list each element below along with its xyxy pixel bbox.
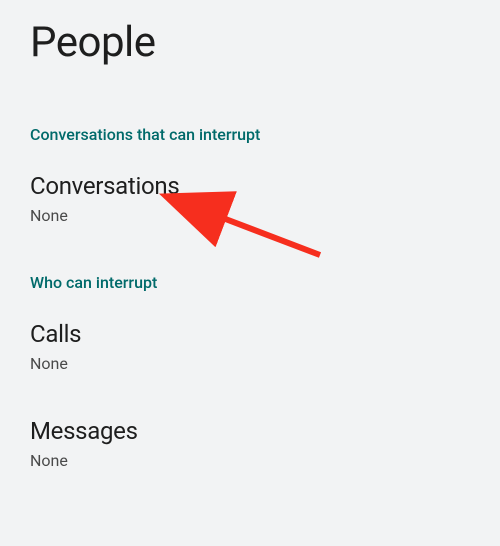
setting-item-conversations[interactable]: Conversations None <box>0 172 500 225</box>
setting-value: None <box>30 451 470 470</box>
setting-item-messages[interactable]: Messages None <box>0 417 500 470</box>
setting-title: Calls <box>30 320 470 348</box>
setting-value: None <box>30 206 470 225</box>
setting-item-calls[interactable]: Calls None <box>0 320 500 373</box>
setting-title: Conversations <box>30 172 470 200</box>
page-title: People <box>0 0 500 67</box>
setting-title: Messages <box>30 417 470 445</box>
section-header-who-can-interrupt: Who can interrupt <box>0 273 500 292</box>
section-header-conversations: Conversations that can interrupt <box>0 125 500 144</box>
setting-value: None <box>30 354 470 373</box>
